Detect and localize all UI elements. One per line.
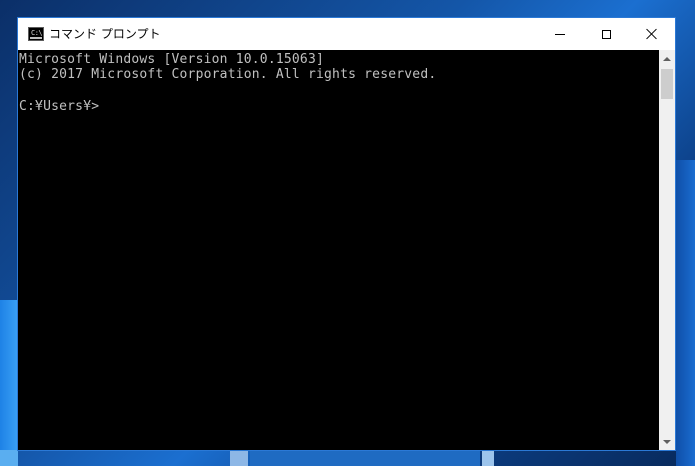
title-bar[interactable]: C:\ コマンド プロンプト — [18, 18, 675, 50]
console-line-version: Microsoft Windows [Version 10.0.15063] — [19, 52, 325, 67]
cmd-icon-text: C:\ — [31, 29, 43, 37]
desktop-wallpaper-light — [0, 300, 18, 466]
console-prompt[interactable]: C:¥Users¥> — [19, 99, 99, 115]
scroll-down-button[interactable] — [659, 433, 675, 450]
cmd-icon[interactable]: C:\ — [28, 27, 44, 41]
scroll-down-arrow-icon — [663, 439, 671, 444]
scroll-up-arrow-icon — [663, 56, 671, 61]
console-line-copyright: (c) 2017 Microsoft Corporation. All righ… — [19, 67, 437, 82]
taskbar-fragment — [0, 450, 18, 466]
command-prompt-window[interactable]: C:\ コマンド プロンプト Microsoft Windows [Versio… — [17, 17, 676, 451]
taskbar-fragment — [250, 450, 480, 466]
minimize-icon — [555, 33, 565, 35]
minimize-button[interactable] — [537, 18, 583, 50]
taskbar-fragment — [482, 450, 494, 466]
scroll-up-button[interactable] — [659, 50, 675, 67]
cmd-icon-bar — [30, 37, 42, 39]
scrollbar-thumb[interactable] — [661, 69, 673, 99]
desktop-wallpaper-shade — [676, 160, 695, 466]
console-area[interactable]: Microsoft Windows [Version 10.0.15063] (… — [18, 50, 659, 450]
close-button[interactable] — [629, 18, 675, 50]
window-title: コマンド プロンプト — [49, 27, 161, 41]
close-icon — [646, 28, 658, 40]
maximize-button[interactable] — [583, 18, 629, 50]
vertical-scrollbar[interactable] — [659, 50, 675, 450]
maximize-icon — [601, 29, 611, 39]
taskbar-fragment — [230, 450, 248, 466]
